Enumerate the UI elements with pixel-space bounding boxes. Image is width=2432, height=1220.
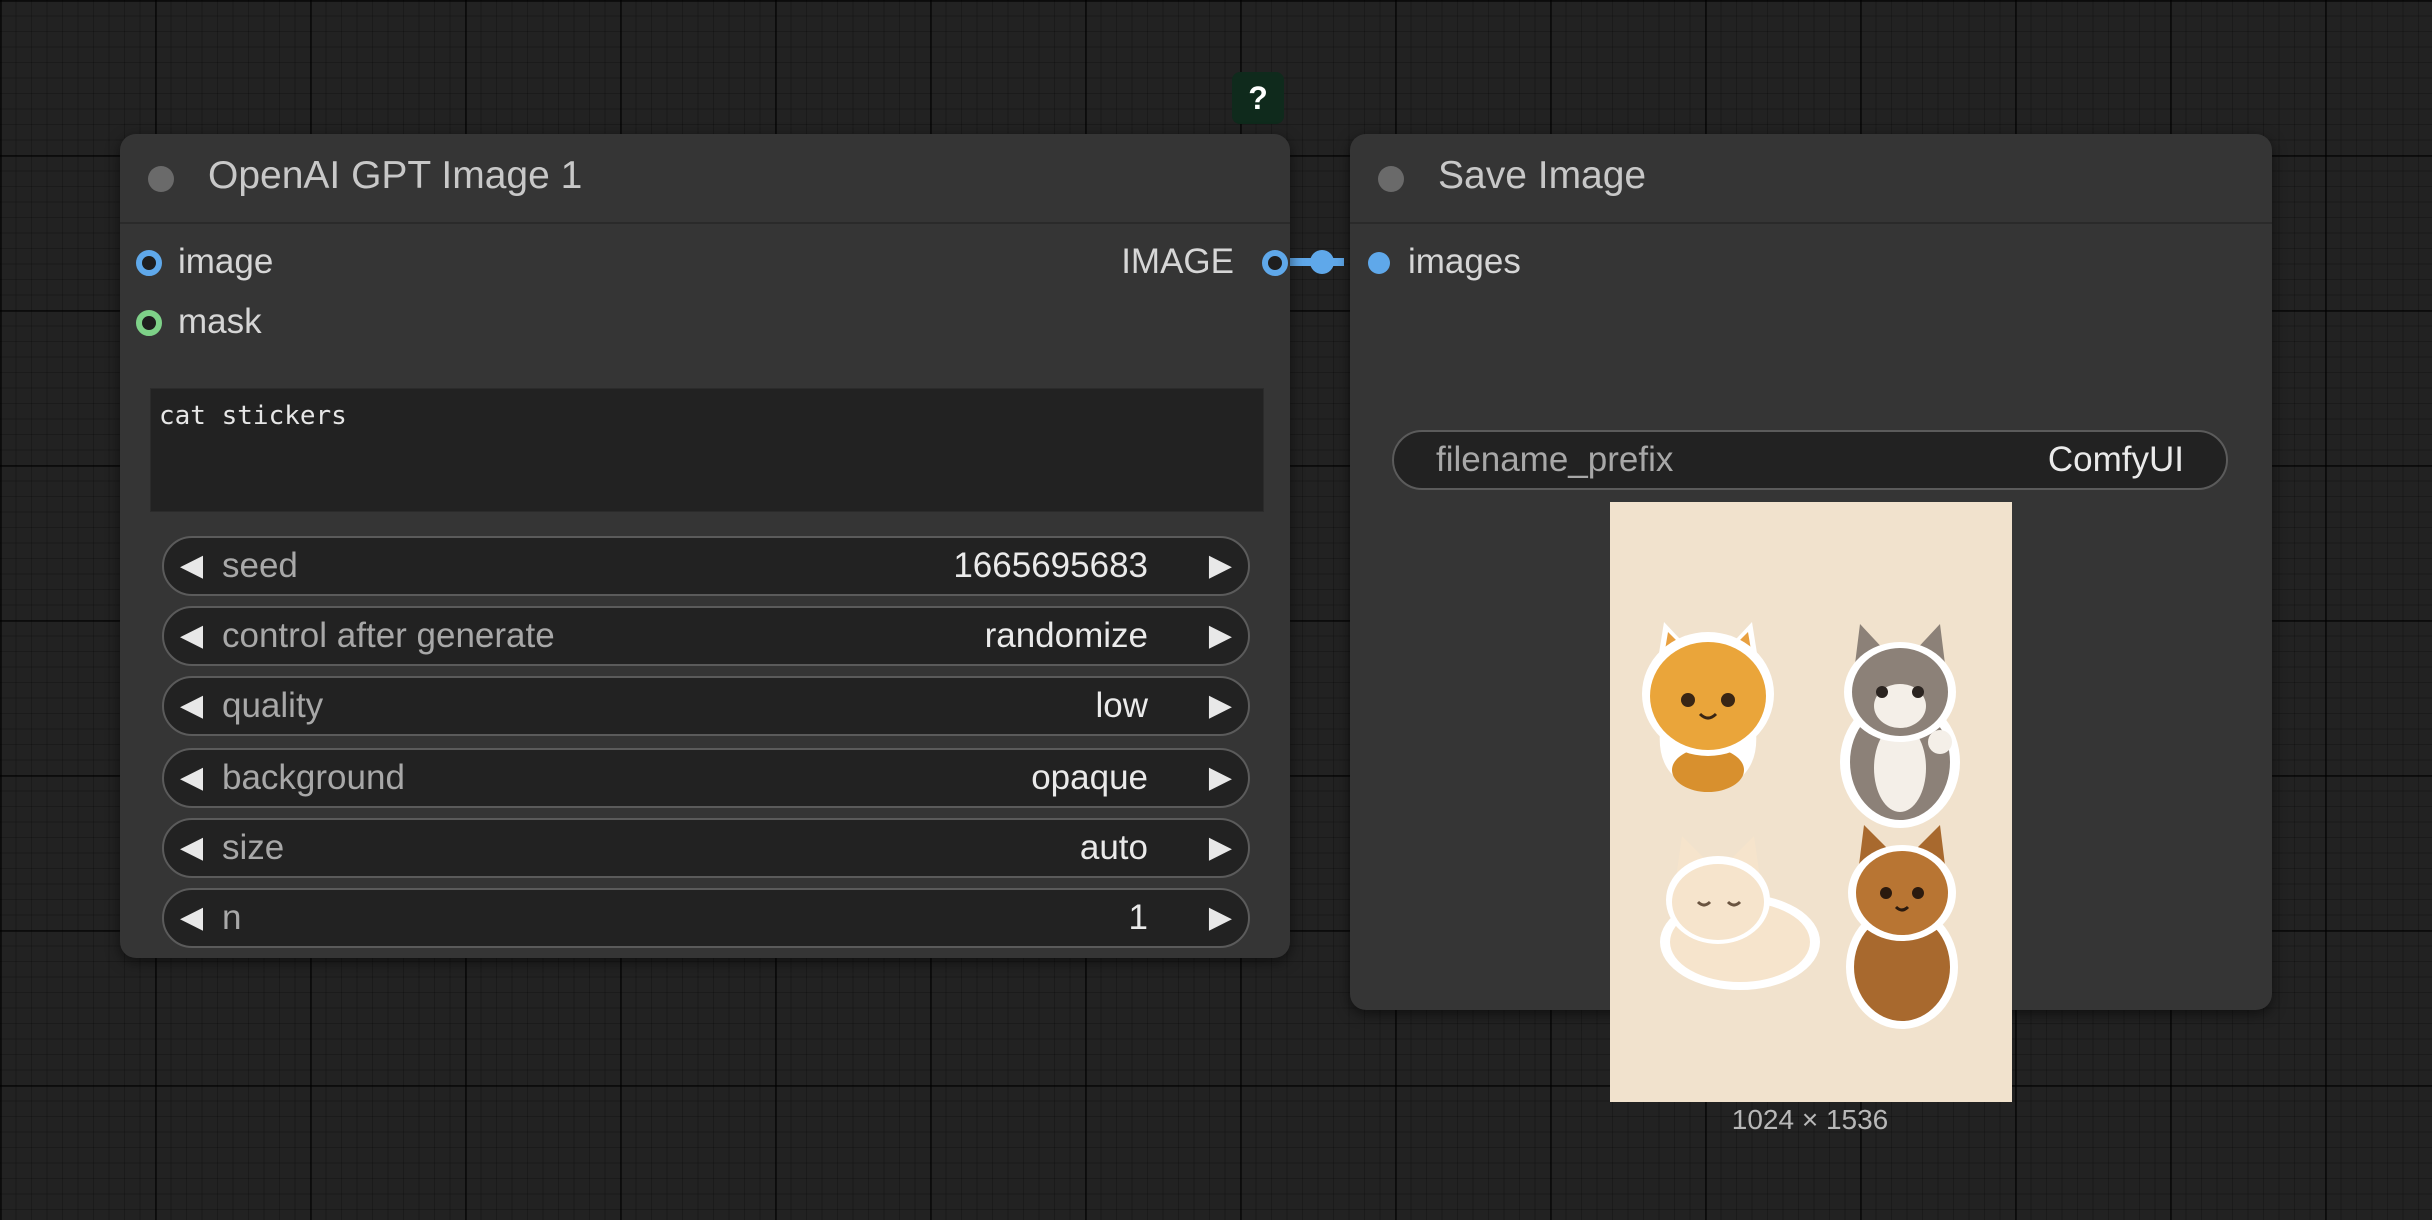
prompt-textarea[interactable]: cat stickers <box>150 388 1264 512</box>
widget-label: n <box>222 898 242 937</box>
node-openai-gpt-image[interactable]: OpenAI GPT Image 1 image mask IMAGE cat … <box>120 134 1290 958</box>
widget-value: auto <box>1079 828 1148 867</box>
widget-value: ComfyUI <box>2047 440 2184 479</box>
status-dot-icon[interactable] <box>1378 166 1404 192</box>
image-output-slot[interactable] <box>1262 250 1288 276</box>
widget-value: opaque <box>1031 758 1148 797</box>
sticker-brown-cat <box>1846 825 1958 1029</box>
widget-value: 1 <box>1128 898 1148 937</box>
node-title: Save Image <box>1438 154 1647 197</box>
node-header[interactable]: Save Image <box>1350 134 2272 224</box>
widget-label: control after generate <box>222 616 555 655</box>
seed-widget[interactable]: ◀ seed 1665695683 ▶ <box>162 536 1250 596</box>
arrow-left-icon[interactable]: ◀ <box>180 763 203 793</box>
widget-label: filename_prefix <box>1436 440 1674 479</box>
mask-input-label: mask <box>178 302 262 341</box>
arrow-left-icon[interactable]: ◀ <box>180 903 203 933</box>
n-widget[interactable]: ◀ n 1 ▶ <box>162 888 1250 948</box>
arrow-right-icon[interactable]: ▶ <box>1209 621 1232 651</box>
status-dot-icon[interactable] <box>148 166 174 192</box>
arrow-left-icon[interactable]: ◀ <box>180 691 203 721</box>
widget-label: seed <box>222 546 298 585</box>
arrow-right-icon[interactable]: ▶ <box>1209 903 1232 933</box>
image-input-slot[interactable] <box>136 250 162 276</box>
background-widget[interactable]: ◀ background opaque ▶ <box>162 748 1250 808</box>
widget-label: background <box>222 758 405 797</box>
sticker-grey-cat <box>1840 624 1960 828</box>
quality-widget[interactable]: ◀ quality low ▶ <box>162 676 1250 736</box>
images-input-slot[interactable] <box>1368 252 1390 274</box>
image-input-label: image <box>178 242 274 281</box>
arrow-right-icon[interactable]: ▶ <box>1209 691 1232 721</box>
images-input-label: images <box>1408 242 1521 281</box>
widget-value: low <box>1095 686 1148 725</box>
cat-stickers-image <box>1642 622 1960 1029</box>
node-title: OpenAI GPT Image 1 <box>208 154 583 197</box>
arrow-right-icon[interactable]: ▶ <box>1209 833 1232 863</box>
arrow-left-icon[interactable]: ◀ <box>180 621 203 651</box>
widget-label: size <box>222 828 285 867</box>
widget-value: randomize <box>984 616 1148 655</box>
preview-dimensions: 1024 × 1536 <box>1731 1104 1889 1135</box>
arrow-right-icon[interactable]: ▶ <box>1209 763 1232 793</box>
arrow-right-icon[interactable]: ▶ <box>1209 551 1232 581</box>
size-widget[interactable]: ◀ size auto ▶ <box>162 818 1250 878</box>
arrow-left-icon[interactable]: ◀ <box>180 833 203 863</box>
image-preview[interactable] <box>1610 502 2012 1102</box>
filename-prefix-widget[interactable]: filename_prefix ComfyUI <box>1392 430 2228 490</box>
widget-value: 1665695683 <box>953 546 1148 585</box>
node-header[interactable]: OpenAI GPT Image 1 <box>120 134 1290 224</box>
control-after-generate-widget[interactable]: ◀ control after generate randomize ▶ <box>162 606 1250 666</box>
image-output-label: IMAGE <box>1121 242 1234 281</box>
node-save-image[interactable]: Save Image images filename_prefix ComfyU… <box>1350 134 2272 1135</box>
arrow-left-icon[interactable]: ◀ <box>180 551 203 581</box>
sticker-cream-cat <box>1660 836 1820 990</box>
sticker-orange-cat <box>1642 622 1774 792</box>
mask-input-slot[interactable] <box>136 310 162 336</box>
widget-label: quality <box>222 686 324 725</box>
help-icon[interactable]: ? <box>1232 72 1284 124</box>
